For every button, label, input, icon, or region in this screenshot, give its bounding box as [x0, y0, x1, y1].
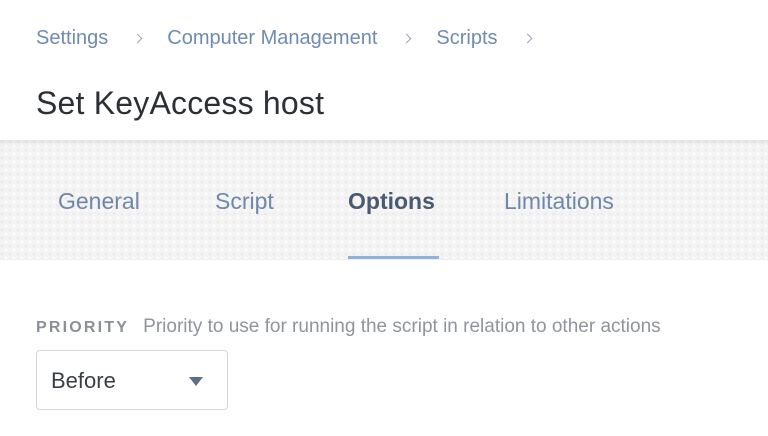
caret-down-icon [189, 377, 203, 386]
priority-label: PRIORITY [36, 319, 130, 336]
page-title: Set KeyAccess host [36, 85, 325, 122]
breadcrumb: Settings Computer Management Scripts [36, 26, 557, 50]
chevron-right-icon [524, 34, 533, 43]
tab-limitations[interactable]: Limitations [504, 188, 614, 215]
priority-help-text: Priority to use for running the script i… [143, 316, 661, 337]
breadcrumb-computer-management[interactable]: Computer Management [167, 27, 377, 50]
chevron-right-icon [134, 34, 143, 43]
tab-bar: General Script Options Limitations [0, 140, 768, 260]
priority-selected-value: Before [51, 368, 116, 393]
chevron-right-icon [403, 34, 412, 43]
breadcrumb-scripts[interactable]: Scripts [436, 27, 497, 50]
tab-script[interactable]: Script [215, 188, 274, 215]
tab-general[interactable]: General [58, 188, 140, 215]
tab-options[interactable]: Options [348, 188, 435, 215]
page-header: Settings Computer Management Scripts Set… [0, 0, 768, 140]
priority-select[interactable]: Before [36, 350, 228, 410]
priority-label-row: PRIORITY Priority to use for running the… [36, 316, 661, 338]
active-tab-indicator [348, 256, 439, 259]
breadcrumb-settings[interactable]: Settings [36, 27, 108, 50]
